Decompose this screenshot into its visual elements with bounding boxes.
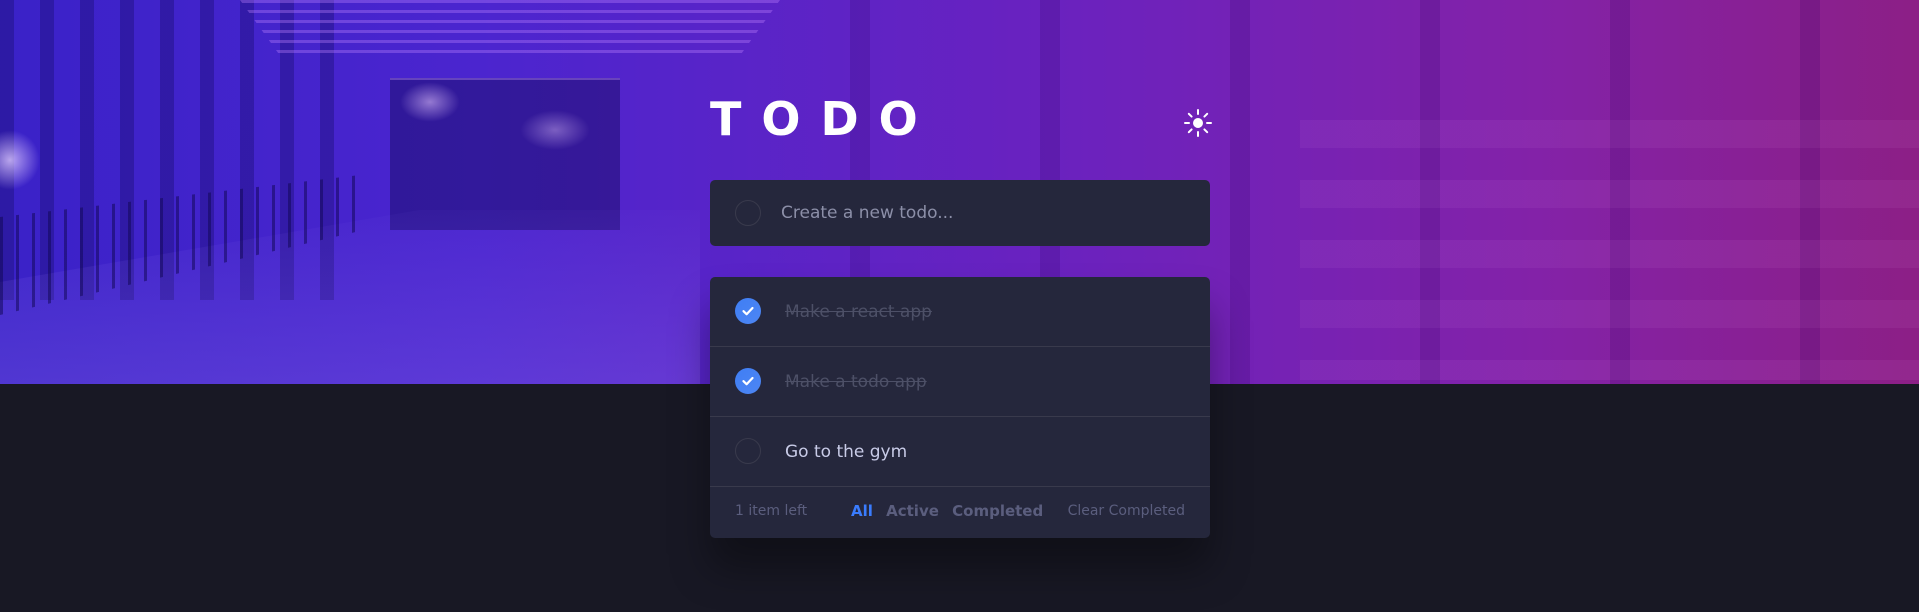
todo-list: Make a react app Make a todo app Go to t…: [710, 277, 1210, 538]
check-icon: [742, 306, 754, 316]
filter-all[interactable]: All: [851, 502, 873, 520]
sun-icon: [1184, 109, 1212, 137]
todo-item[interactable]: Make a todo app: [710, 347, 1210, 417]
new-todo-input[interactable]: [781, 196, 1181, 230]
background-light: [520, 110, 590, 150]
clear-completed-button[interactable]: Clear Completed: [1068, 503, 1185, 519]
background-doorway: [390, 78, 620, 230]
background-blocks: [1300, 120, 1919, 380]
check-icon: [742, 376, 754, 386]
background-pillars: [0, 0, 340, 300]
theme-toggle-button[interactable]: [1183, 108, 1213, 138]
todo-text: Make a react app: [785, 302, 932, 322]
background-railing: [0, 175, 360, 315]
todo-checkbox[interactable]: [735, 368, 761, 394]
background-ceiling-lights: [240, 0, 780, 60]
background-floor: [0, 210, 700, 384]
new-todo-bar: [710, 180, 1210, 246]
todo-checkbox[interactable]: [735, 438, 761, 464]
todo-item[interactable]: Make a react app: [710, 277, 1210, 347]
todo-text: Go to the gym: [785, 442, 908, 462]
filter-active[interactable]: Active: [886, 502, 939, 520]
new-todo-check-circle[interactable]: [735, 200, 761, 226]
todo-text: Make a todo app: [785, 372, 927, 392]
todo-item[interactable]: Go to the gym: [710, 417, 1210, 487]
todo-checkbox[interactable]: [735, 298, 761, 324]
items-left-count: 1 item left: [735, 503, 808, 519]
page-title: TODO: [710, 92, 938, 146]
background-light: [400, 82, 460, 122]
background-glow: [0, 130, 40, 190]
filter-group: All Active Completed: [851, 502, 1051, 520]
filter-completed[interactable]: Completed: [952, 502, 1043, 520]
todo-footer: 1 item left All Active Completed Clear C…: [710, 487, 1210, 538]
